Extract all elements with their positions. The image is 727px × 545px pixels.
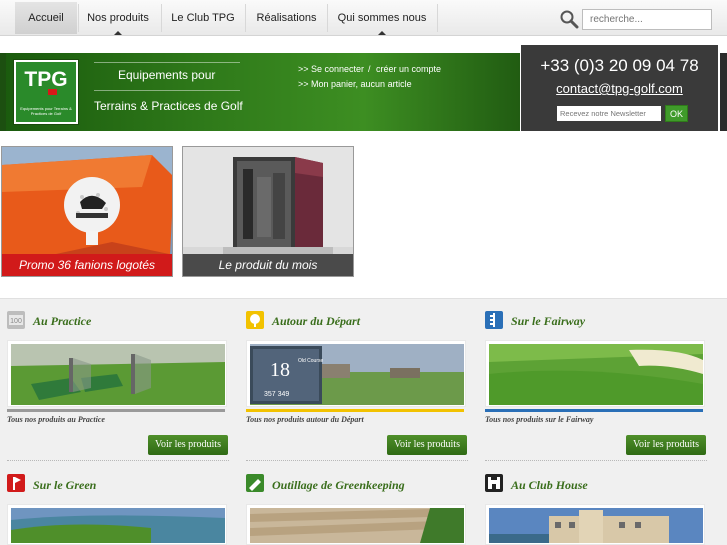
header-edge [0,53,6,131]
green-image [11,508,225,543]
search-icon[interactable] [559,9,579,29]
email-link[interactable]: contact@tpg-golf.com [521,81,718,96]
svg-text:Old Course: Old Course [298,358,324,364]
fairway-icon [485,311,503,329]
svg-text:357 349: 357 349 [264,391,289,398]
category-title[interactable]: Au Practice [33,314,91,329]
tee-icon [246,311,264,329]
clubhouse-icon [485,474,503,492]
category-title[interactable]: Sur le Green [33,478,96,493]
category-title[interactable]: Sur le Fairway [511,314,585,329]
greenkeeping-image [250,508,464,543]
promo-produit-du-mois[interactable]: Le produit du mois [182,146,354,277]
category-divider [246,460,468,461]
category-title[interactable]: Au Club House [511,478,588,493]
search-input[interactable] [582,9,712,30]
category-underline [7,409,225,412]
category-image[interactable] [485,504,705,545]
greenkeeping-icon [246,474,264,492]
nav-nos-produits[interactable]: Nos produits [79,0,157,36]
contact-box-edge [720,53,727,131]
newsletter-input[interactable] [557,106,661,121]
nav-accueil-label: Accueil [28,12,64,24]
nav-club-tpg-label: Le Club TPG [171,12,235,24]
view-products-button[interactable]: Voir les produits [148,435,228,455]
newsletter-ok-button[interactable]: OK [665,105,688,122]
view-products-button[interactable]: Voir les produits [626,435,706,455]
category-image[interactable]: 18 Old Course 357 349 [246,340,466,407]
promo-fanions[interactable]: Promo 36 fanions logotés [1,146,173,277]
top-navigation: Accueil Nos produits Le Club TPG Réalisa… [0,0,727,36]
category-divider [485,460,707,461]
promo-caption: Le produit du mois [183,254,353,276]
svg-text:18: 18 [270,359,290,381]
category-description: Tous nos produits sur le Fairway [485,415,594,424]
caret-up-icon [114,31,122,35]
header-divider [94,90,240,91]
tagline-line1: Equipements pour [118,68,216,82]
green-flag-icon [7,474,25,492]
caret-up-icon [378,31,386,35]
fairway-image [489,344,703,405]
link-separator: / [368,64,371,74]
nav-club-tpg[interactable]: Le Club TPG [162,0,244,36]
logo-subtext: Equipements pour Terrains & Practices de… [20,106,72,116]
nav-divider [437,4,438,32]
category-image[interactable] [7,504,227,545]
create-account-link[interactable]: créer un compte [376,64,441,74]
tpg-logo[interactable]: TPG Equipements pour Terrains & Practice… [14,60,78,124]
category-title[interactable]: Autour du Départ [272,314,360,329]
category-image[interactable] [485,340,705,407]
tagline-line2: Terrains & Practices de Golf [94,99,243,113]
category-title[interactable]: Outillage de Greenkeeping [272,478,405,493]
practice-range-image [11,344,225,405]
logo-wordmark: TPG [24,68,68,91]
login-link[interactable]: >> Se connecter [298,64,364,74]
promo-caption: Promo 36 fanions logotés [2,254,172,276]
cart-link[interactable]: >> Mon panier, aucun article [298,79,412,89]
tee-marker-image: 18 Old Course 357 349 [250,344,464,405]
clubhouse-image [489,508,703,543]
nav-nos-produits-label: Nos produits [87,12,149,24]
svg-text:100: 100 [10,318,22,325]
nav-realisations[interactable]: Réalisations [246,0,327,36]
nav-realisations-label: Réalisations [256,12,317,24]
nav-qui-sommes-nous-label: Qui sommes nous [337,12,427,24]
category-underline [485,409,703,412]
category-divider [7,460,229,461]
practice-icon: 100 [7,311,25,329]
nav-qui-sommes-nous[interactable]: Qui sommes nous [328,0,436,36]
header-banner [0,53,520,131]
view-products-button[interactable]: Voir les produits [387,435,467,455]
category-image[interactable] [246,504,466,545]
category-description: Tous nos produits autour du Départ [246,415,364,424]
category-underline [246,409,464,412]
category-description: Tous nos produits au Practice [7,415,105,424]
flag-icon [48,89,57,95]
nav-accueil[interactable]: Accueil [15,2,77,34]
header-divider [94,62,240,63]
category-image[interactable] [7,340,227,407]
phone-number: +33 (0)3 20 09 04 78 [540,56,699,75]
